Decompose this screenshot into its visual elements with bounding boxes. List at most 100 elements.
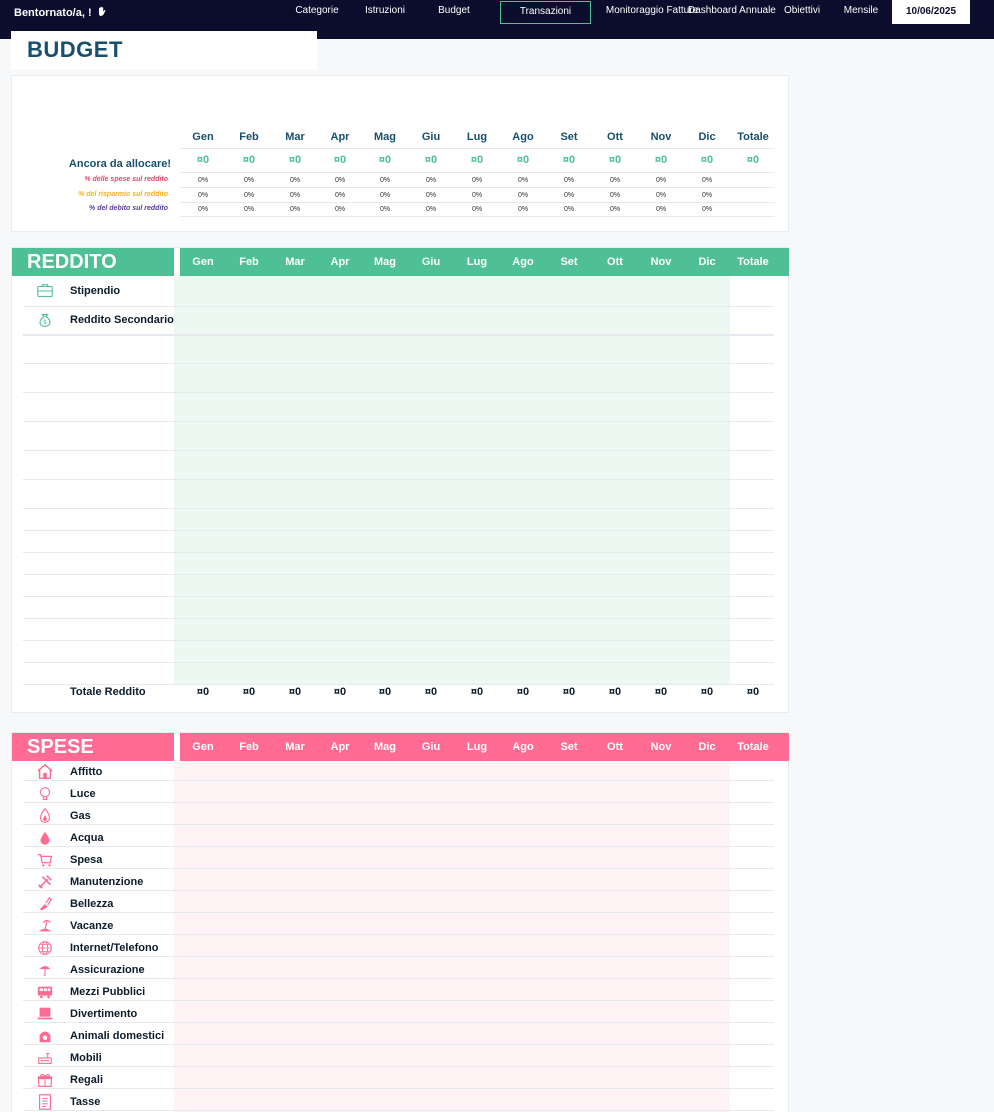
nav-item-categorie[interactable]: Categorie — [285, 5, 349, 16]
to-allocate-value: ¤0 — [700, 154, 714, 166]
income-total-value: ¤0 — [746, 686, 760, 698]
to-allocate-value: ¤0 — [333, 154, 347, 166]
pet-icon — [35, 1027, 55, 1045]
reddito-month-total: Totale — [737, 256, 769, 268]
spese-row-divider — [23, 1110, 774, 1111]
nav-item-dashboard-annuale[interactable]: Dashboard Annuale — [688, 5, 776, 16]
spese-row-divider — [23, 956, 774, 957]
money-bag-icon: $ — [35, 311, 55, 329]
income-total-value: ¤0 — [242, 686, 256, 698]
spese-row-label: Animali domestici — [70, 1030, 165, 1042]
globe-icon-svg — [38, 941, 52, 955]
ratio-value: 0% — [655, 206, 667, 213]
expenses-input-area[interactable] — [174, 761, 730, 1112]
ratio-value: 0% — [471, 177, 483, 184]
nav-item-budget[interactable]: Budget — [424, 5, 484, 16]
page-title: BUDGET — [27, 37, 123, 62]
ratio-value: 0% — [289, 177, 301, 184]
spese-row-label: Gas — [70, 810, 91, 822]
income-empty-row-divider — [23, 618, 774, 619]
welcome-message: Bentornato/a, ! — [14, 5, 108, 20]
ratio-value: 0% — [517, 192, 529, 199]
nav-item-obiettivi[interactable]: Obiettivi — [776, 5, 828, 16]
document-icon — [35, 1093, 55, 1111]
nav-item-istruzioni[interactable]: Istruzioni — [354, 5, 416, 16]
income-total-value: ¤0 — [516, 686, 530, 698]
ratio-label: % del debito sul reddito — [89, 205, 168, 212]
spese-month-giu: Giu — [421, 741, 441, 753]
ratio-value: 0% — [609, 206, 621, 213]
income-input-area[interactable] — [174, 276, 730, 684]
spese-row-divider — [23, 978, 774, 979]
nav-item-transazioni[interactable]: Transazioni — [500, 1, 591, 24]
month-header-mag: Mag — [374, 131, 396, 143]
reddito-month-ott: Ott — [607, 256, 623, 268]
spese-row-label: Spesa — [70, 854, 103, 866]
to-allocate-value: ¤0 — [288, 154, 302, 166]
current-date[interactable]: 10/06/2025 — [892, 0, 970, 24]
income-total-value: ¤0 — [424, 686, 438, 698]
gift-icon-svg — [37, 1073, 53, 1087]
lightbulb-icon-svg — [39, 787, 51, 800]
spese-month-feb: Feb — [239, 741, 259, 753]
spese-row-divider — [23, 802, 774, 803]
spese-row-label: Internet/Telefono — [70, 942, 159, 954]
ratio-value: 0% — [243, 192, 255, 199]
beauty-icon — [35, 895, 55, 913]
beauty-icon-svg — [39, 896, 53, 911]
bus-icon — [35, 983, 55, 1001]
spese-row-label: Acqua — [70, 832, 104, 844]
laptop-icon — [35, 1005, 55, 1023]
income-title: REDDITO — [12, 248, 174, 276]
spese-row-divider — [23, 890, 774, 891]
expenses-panel: SPESE Gen Feb Mar Apr Mag Giu Lug Ago Set Ott Nov D… — [11, 732, 789, 1112]
month-header-nov: Nov — [650, 131, 672, 143]
ratio-label: % delle spese sul reddito — [84, 176, 168, 183]
reddito-month-ago: Ago — [512, 256, 534, 268]
month-header-giu: Giu — [421, 131, 441, 143]
income-total-value: ¤0 — [562, 686, 576, 698]
umbrella-icon-svg — [39, 965, 51, 977]
income-empty-row-divider — [23, 392, 774, 393]
to-allocate-value: ¤0 — [424, 154, 438, 166]
spese-row-label: Tasse — [70, 1096, 101, 1108]
ratio-value: 0% — [517, 206, 529, 213]
svg-text:$: $ — [43, 319, 47, 326]
lightbulb-icon — [35, 785, 55, 803]
to-allocate-value: ¤0 — [378, 154, 392, 166]
spese-month-lug: Lug — [466, 741, 488, 753]
shopping-cart-icon-svg — [37, 853, 53, 867]
income-empty-row-divider — [23, 552, 774, 553]
spese-row-divider — [23, 1000, 774, 1001]
spese-row-label: Affitto — [70, 766, 103, 778]
spese-month-gen: Gen — [192, 741, 214, 753]
spese-row-label: Mobili — [70, 1052, 102, 1064]
spese-row-divider — [23, 846, 774, 847]
income-empty-row-divider — [23, 508, 774, 509]
ratio-value: 0% — [379, 192, 391, 199]
spese-month-nov: Nov — [650, 741, 672, 753]
briefcase-icon-svg — [37, 284, 53, 297]
ratio-value: 0% — [197, 206, 209, 213]
umbrella-icon — [35, 961, 55, 979]
income-total-value: ¤0 — [654, 686, 668, 698]
spese-row-divider — [23, 1022, 774, 1023]
month-header-ott: Ott — [607, 131, 623, 143]
tools-icon — [35, 873, 55, 891]
spese-row-divider — [23, 868, 774, 869]
ratio-value: 0% — [471, 206, 483, 213]
to-allocate-value: ¤0 — [196, 154, 210, 166]
ratio-value: 0% — [701, 177, 713, 184]
welcome-text: Bentornato/a, ! — [14, 6, 92, 19]
shopping-cart-icon — [35, 851, 55, 869]
income-empty-row-divider — [23, 450, 774, 451]
vacation-icon — [35, 917, 55, 935]
income-total-value: ¤0 — [288, 686, 302, 698]
spese-month-set: Set — [560, 741, 578, 753]
spese-month-mar: Mar — [285, 741, 305, 753]
reddito-month-giu: Giu — [421, 256, 441, 268]
summary-panel: Gen Feb Mar Apr Mag Giu Lug Ago Set Ott Nov Dic Tota… — [11, 75, 789, 232]
income-total-value: ¤0 — [608, 686, 622, 698]
nav-item-mensile[interactable]: Mensile — [832, 5, 890, 16]
spese-row-divider — [23, 912, 774, 913]
